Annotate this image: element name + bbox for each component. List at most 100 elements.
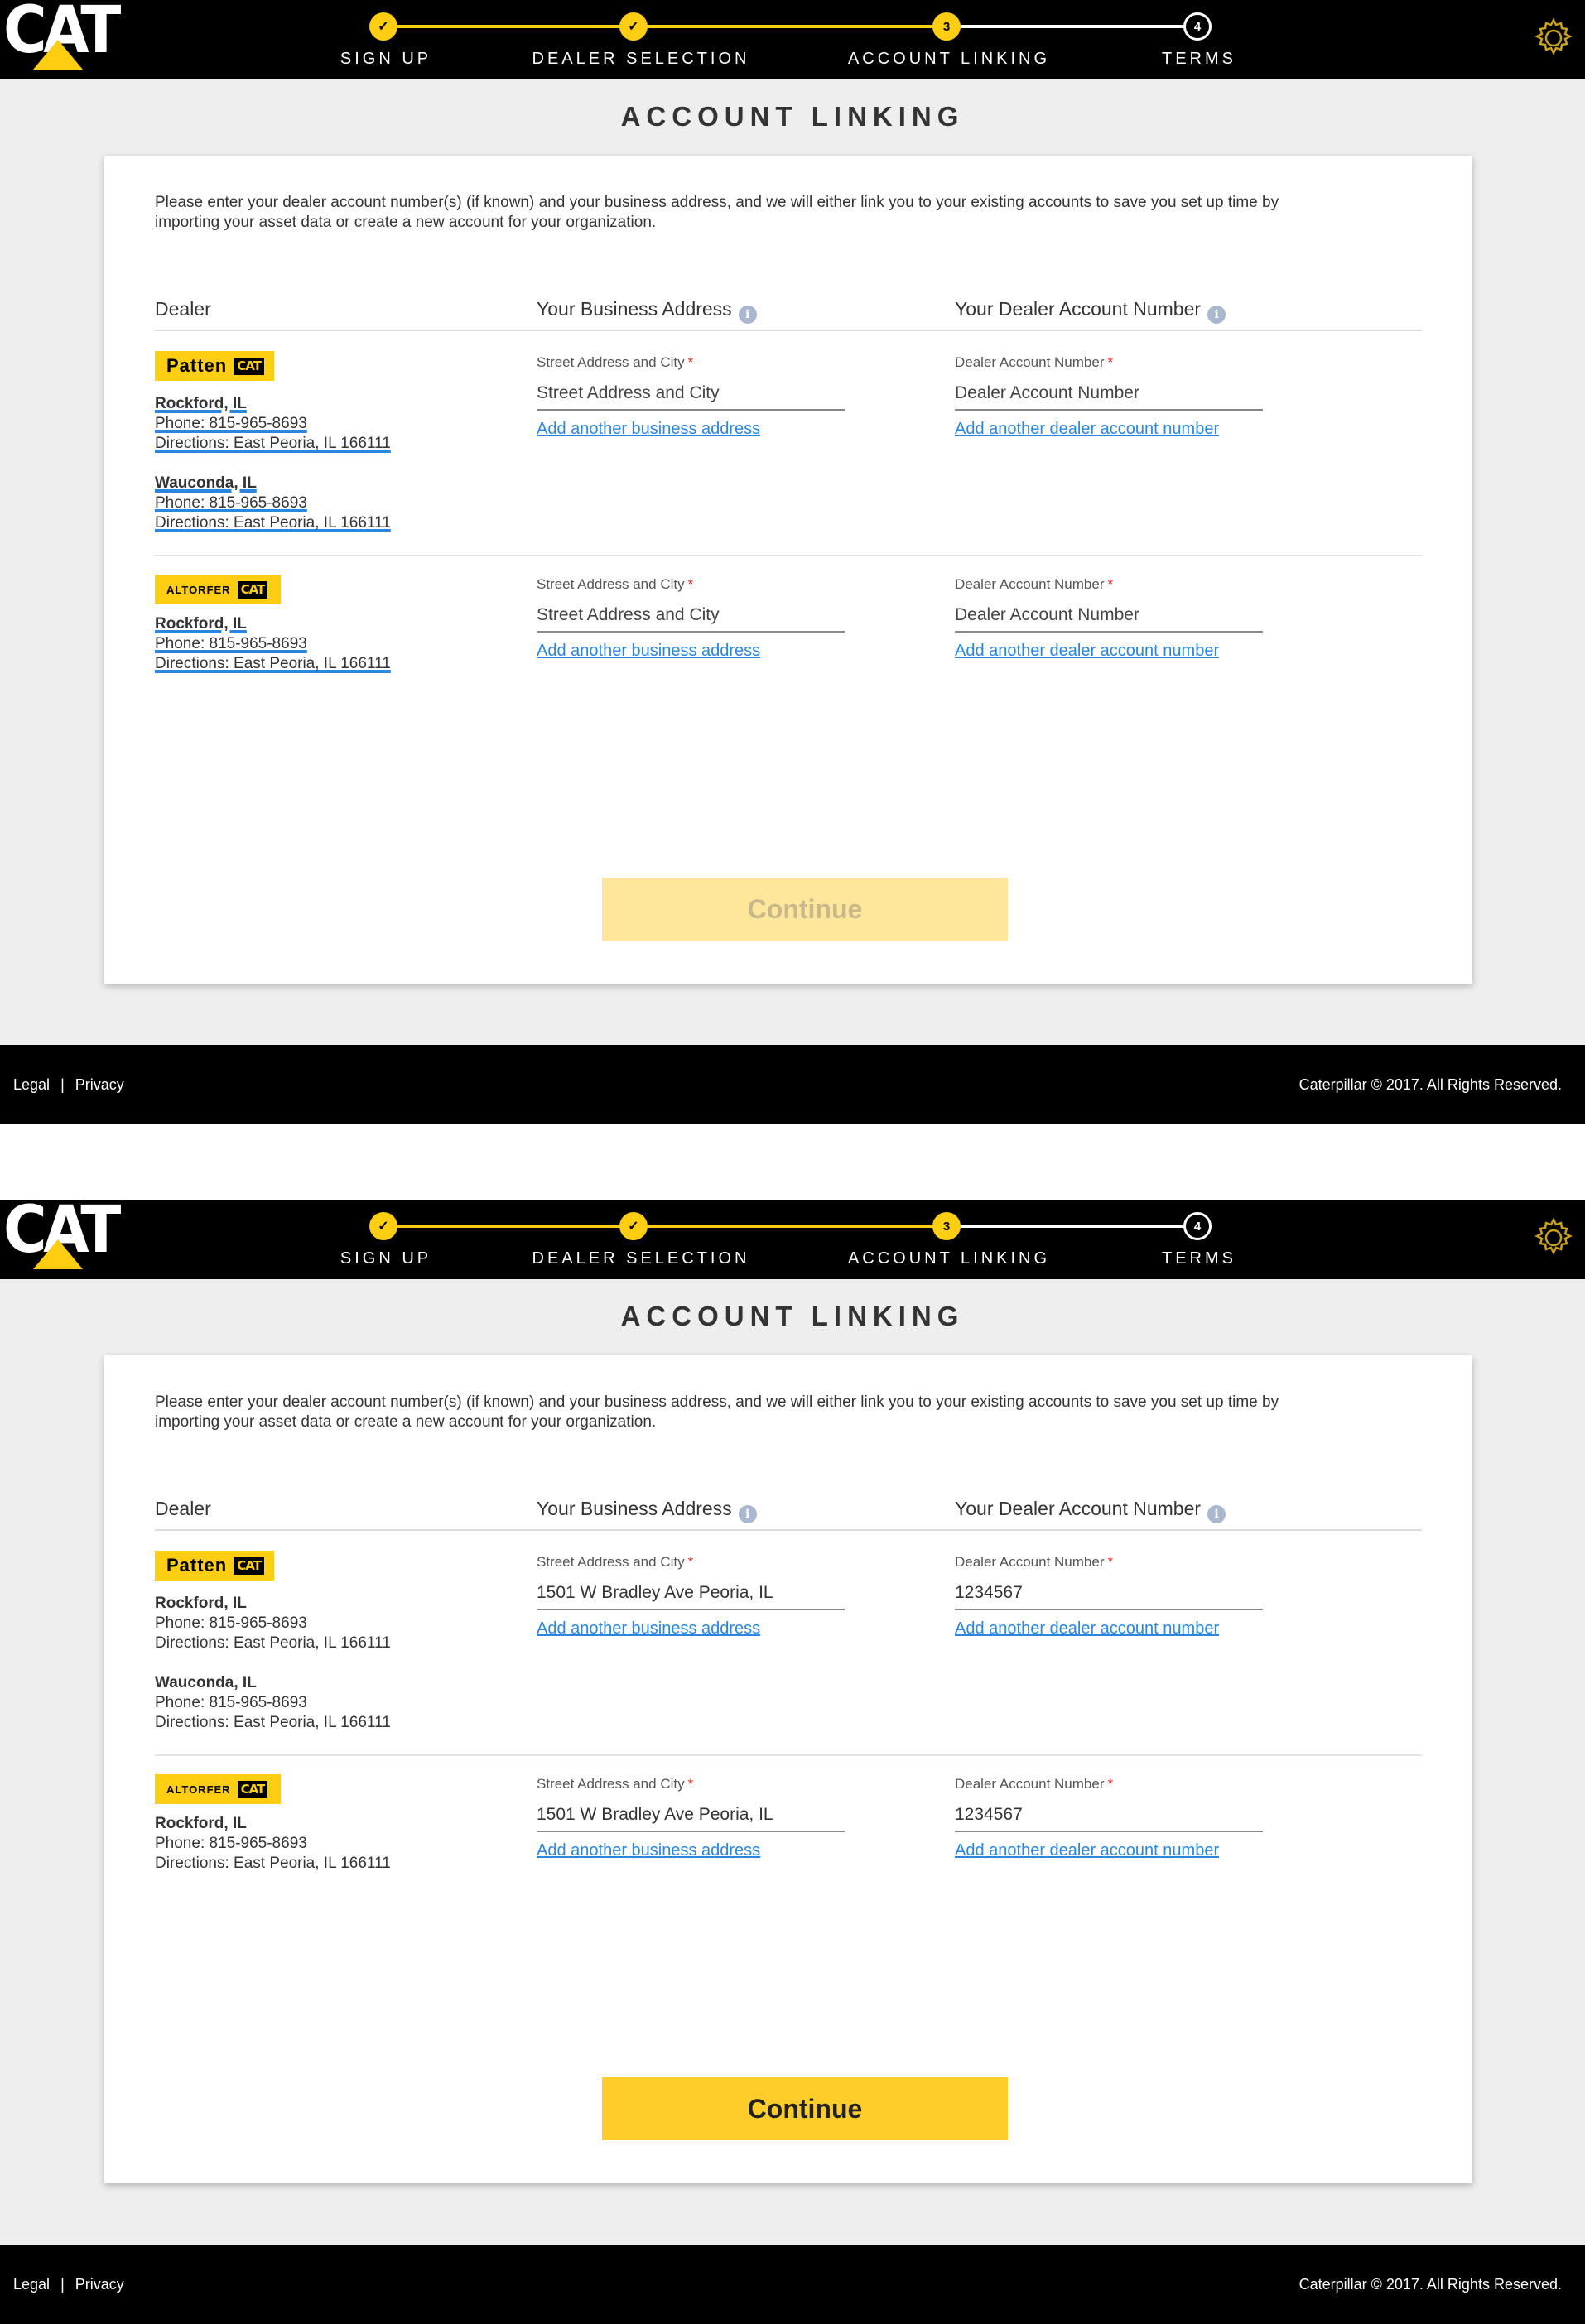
business-address-input[interactable] [537, 599, 845, 633]
intro-text: Please enter your dealer account number(… [155, 193, 1430, 233]
account-field-label: Dealer Account Number * [955, 354, 1113, 371]
footer-copyright: Caterpillar © 2017. All Rights Reserved. [1298, 1076, 1562, 1093]
dealer-cat-badge: CAT [234, 1557, 264, 1575]
step-4-label: TERMS [1162, 50, 1236, 68]
location-phone: Phone: 815-965-8693 [155, 1835, 307, 1852]
footer-separator: | [60, 2276, 65, 2293]
step-4-marker: 4 [1183, 12, 1212, 41]
step-3-marker: 3 [932, 12, 961, 41]
step-4-marker: 4 [1183, 1212, 1212, 1240]
business-address-input[interactable] [537, 1799, 845, 1832]
intro-line-1: Please enter your dealer account number(… [155, 194, 1279, 211]
dealer-account-number-input[interactable] [955, 1799, 1263, 1832]
add-business-address-link[interactable]: Add another business address [537, 1619, 760, 1638]
page-title: ACCOUNT LINKING [620, 1301, 965, 1331]
column-header-address: Your Business Address i [537, 1498, 757, 1523]
legal-link[interactable]: Legal [13, 1076, 50, 1093]
dealer-account-number-input[interactable] [955, 599, 1263, 633]
column-header-address-label: Your Business Address [537, 298, 732, 320]
required-mark: * [687, 354, 694, 370]
step-line-remaining [947, 25, 1197, 28]
dealer-logo-patten: Patten CAT [155, 351, 274, 381]
add-business-address-link[interactable]: Add another business address [537, 420, 760, 439]
dealer-logo-altorfer: ALTORFER CAT [155, 575, 281, 604]
business-address-input[interactable] [537, 1577, 845, 1610]
location-directions: Directions: East Peoria, IL 166111 [155, 655, 391, 672]
step-1-check-icon: ✓ [369, 1212, 397, 1240]
step-line-completed [383, 25, 947, 28]
step-2-label: DEALER SELECTION [532, 1249, 750, 1268]
required-mark: * [1107, 576, 1114, 592]
dealer-cat-badge: CAT [237, 580, 268, 599]
dealer-location[interactable]: Wauconda, IL Phone: 815-965-8693 Directi… [155, 1673, 391, 1733]
footer-links: Legal | Privacy [13, 1076, 124, 1094]
gear-icon[interactable] [1532, 1216, 1575, 1259]
dealer-location[interactable]: Wauconda, IL Phone: 815-965-8693 Directi… [155, 474, 391, 533]
step-2-label: DEALER SELECTION [532, 50, 750, 68]
required-mark: * [1107, 1554, 1114, 1570]
footer-copyright: Caterpillar © 2017. All Rights Reserved. [1298, 2276, 1562, 2293]
top-header: CAT ® ✓ ✓ 3 4 SIGN UP DEALER SELECTION A… [0, 1200, 1585, 1279]
step-1-check-icon: ✓ [369, 12, 397, 41]
required-mark: * [1107, 354, 1114, 370]
add-business-address-link[interactable]: Add another business address [537, 642, 760, 661]
account-label-text: Dealer Account Number [955, 576, 1105, 592]
address-info-icon[interactable]: i [738, 306, 757, 324]
address-info-icon[interactable]: i [738, 1505, 757, 1523]
add-dealer-account-link[interactable]: Add another dealer account number [955, 420, 1219, 439]
step-line-remaining [947, 1225, 1197, 1228]
step-2-check-icon: ✓ [619, 1212, 648, 1240]
dealer-location[interactable]: Rockford, IL Phone: 815-965-8693 Directi… [155, 614, 391, 674]
dealer-name: ALTORFER [166, 583, 231, 596]
address-label-text: Street Address and City [537, 1554, 685, 1570]
account-linking-card: Please enter your dealer account number(… [104, 156, 1472, 984]
progress-stepper: ✓ ✓ 3 4 SIGN UP DEALER SELECTION ACCOUNT… [0, 1200, 1585, 1279]
add-dealer-account-link[interactable]: Add another dealer account number [955, 642, 1219, 661]
step-3-label: ACCOUNT LINKING [847, 50, 1051, 68]
add-dealer-account-link[interactable]: Add another dealer account number [955, 1619, 1219, 1638]
location-city: Wauconda, IL [155, 1674, 257, 1691]
dealer-location[interactable]: Rockford, IL Phone: 815-965-8693 Directi… [155, 394, 391, 454]
dealer-location[interactable]: Rockford, IL Phone: 815-965-8693 Directi… [155, 1814, 391, 1874]
privacy-link[interactable]: Privacy [75, 1076, 124, 1093]
account-linking-screen-filled: CAT ® ✓ ✓ 3 4 SIGN UP DEALER SELECTION A… [0, 1200, 1585, 2324]
dealer-cat-badge: CAT [234, 357, 264, 375]
dealer-cat-badge: CAT [237, 1780, 268, 1798]
step-1-label: SIGN UP [340, 1249, 432, 1268]
location-directions: Directions: East Peoria, IL 166111 [155, 1634, 391, 1652]
address-label-text: Street Address and City [537, 354, 685, 370]
dealer-account-number-input[interactable] [955, 1577, 1263, 1610]
account-info-icon[interactable]: i [1207, 1505, 1226, 1523]
footer: Legal | Privacy Caterpillar © 2017. All … [0, 2245, 1585, 2324]
dealer-location[interactable]: Rockford, IL Phone: 815-965-8693 Directi… [155, 1594, 391, 1653]
required-mark: * [1107, 1776, 1114, 1792]
page-title: ACCOUNT LINKING [620, 101, 965, 132]
location-directions: Directions: East Peoria, IL 166111 [155, 1714, 391, 1731]
footer-links: Legal | Privacy [13, 2276, 124, 2293]
dealer-account-number-input[interactable] [955, 378, 1263, 411]
header-divider [155, 1529, 1422, 1531]
column-header-account: Your Dealer Account Number i [955, 1498, 1226, 1523]
step-3-marker: 3 [932, 1212, 961, 1240]
column-header-account: Your Dealer Account Number i [955, 298, 1226, 324]
privacy-link[interactable]: Privacy [75, 2276, 124, 2293]
business-address-input[interactable] [537, 378, 845, 411]
address-field-label: Street Address and City * [537, 354, 693, 371]
continue-button[interactable]: Continue [602, 2077, 1008, 2140]
location-city: Rockford, IL [155, 1815, 247, 1832]
account-info-icon[interactable]: i [1207, 306, 1226, 324]
step-line-completed [383, 1225, 947, 1228]
dealer-logo-altorfer: ALTORFER CAT [155, 1774, 281, 1804]
location-phone: Phone: 815-965-8693 [155, 415, 307, 432]
legal-link[interactable]: Legal [13, 2276, 50, 2293]
add-dealer-account-link[interactable]: Add another dealer account number [955, 1841, 1219, 1860]
add-business-address-link[interactable]: Add another business address [537, 1841, 760, 1860]
gear-icon[interactable] [1532, 17, 1575, 60]
dealer-row-divider [155, 555, 1422, 556]
address-field-label: Street Address and City * [537, 1776, 693, 1792]
continue-button[interactable]: Continue [602, 878, 1008, 941]
account-linking-screen-empty: CAT ® ✓ ✓ 3 4 SIGN UP DEALER SELECTION A… [0, 0, 1585, 1124]
account-label-text: Dealer Account Number [955, 354, 1105, 370]
column-header-dealer-label: Dealer [155, 298, 211, 320]
address-field-label: Street Address and City * [537, 1554, 693, 1571]
